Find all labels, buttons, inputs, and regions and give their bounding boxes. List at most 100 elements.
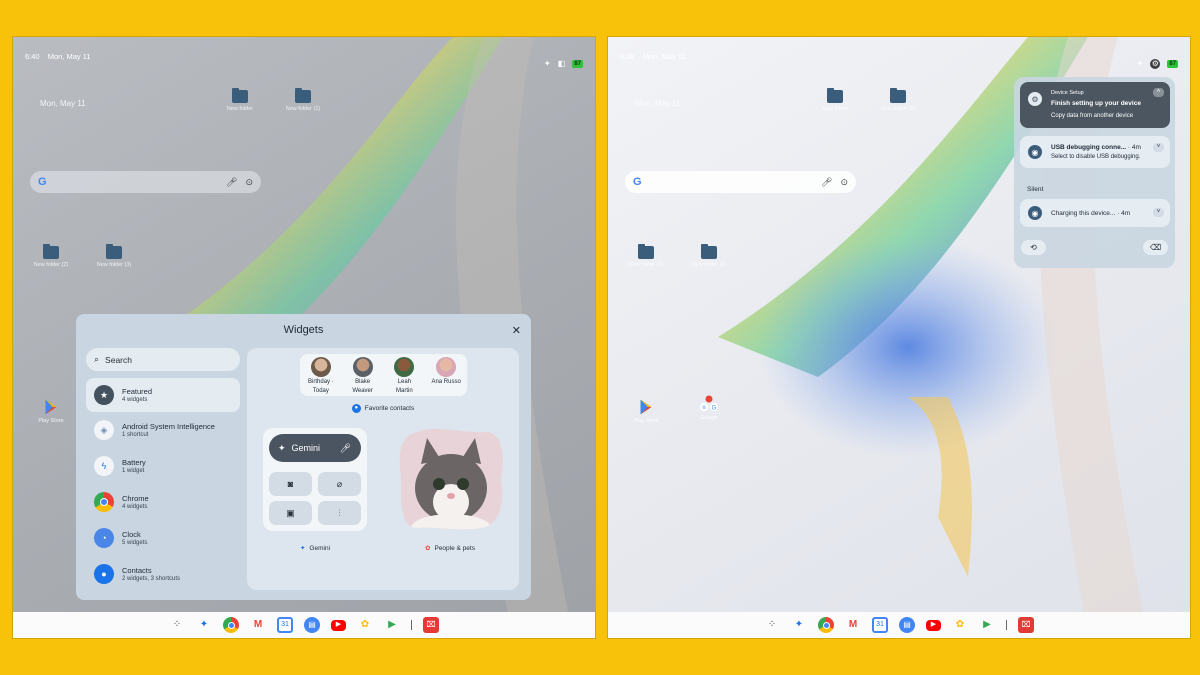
- google-search-bar[interactable]: G 🎤︎ ⊙: [625, 171, 856, 193]
- google-search-bar[interactable]: G 🎤︎ ⊙: [30, 171, 261, 193]
- chrome-icon[interactable]: [818, 617, 834, 633]
- desktop-folder[interactable]: New folder (1): [280, 88, 326, 112]
- play-store-icon[interactable]: ▶: [384, 617, 400, 633]
- widgets-search-input[interactable]: ⌕ Search: [86, 348, 240, 371]
- photos-icon[interactable]: ✿: [952, 617, 968, 633]
- battery-indicator[interactable]: 87: [1167, 59, 1178, 68]
- notification-charging[interactable]: ◉ Charging this device... · 4m ˅: [1020, 199, 1170, 227]
- gemini-prompt-button[interactable]: ✦ Gemini 🎤︎: [269, 434, 361, 462]
- notification-device-setup[interactable]: ⚙ Device Setup Finish setting up your de…: [1020, 82, 1170, 128]
- contact-item[interactable]: Ana Russo: [427, 357, 465, 396]
- svg-text:⌾: ⌾: [702, 406, 706, 412]
- photos-icon: ✿: [425, 545, 431, 552]
- status-bar: 6:38 Mon, May 11 ✦ ⚙ 87: [608, 37, 1190, 75]
- desktop-app-google[interactable]: ⌾ G Google: [690, 395, 728, 421]
- folder-icon: [701, 244, 717, 259]
- lens-icon[interactable]: ⊙: [840, 177, 848, 188]
- image-icon[interactable]: ▣: [269, 501, 312, 525]
- widget-category-clock[interactable]: ◔ Clock 5 widgets: [86, 521, 240, 555]
- widget-category-chrome[interactable]: Chrome 4 widgets: [86, 485, 240, 519]
- desktop-folder[interactable]: New folder (2): [28, 244, 74, 268]
- expand-chevron-icon[interactable]: ˅: [1153, 208, 1164, 217]
- audio-live-icon[interactable]: ⫶: [318, 501, 361, 525]
- gemini-icon[interactable]: ✦: [196, 617, 212, 633]
- widgets-panel: Widgets ✕ ⌕ Search ★ Featured 4 widgets …: [76, 314, 531, 600]
- battery-indicator[interactable]: 87: [572, 59, 583, 68]
- widget-category-featured[interactable]: ★ Featured 4 widgets: [86, 378, 240, 412]
- status-time: 6:40: [25, 52, 40, 61]
- widget-category-asi[interactable]: ◈ Android System Intelligence 1 shortcut: [86, 413, 240, 447]
- play-store-icon[interactable]: ▶: [979, 617, 995, 633]
- gemini-status-icon[interactable]: ✦: [544, 59, 551, 68]
- microphone-icon[interactable]: 🎤︎: [226, 177, 237, 188]
- notification-usb-debugging[interactable]: ◉ USB debugging conne... · 4m Select to …: [1020, 136, 1170, 168]
- files-icon[interactable]: ▤: [304, 617, 320, 633]
- folder-icon: [43, 244, 59, 259]
- folder-icon: [827, 88, 843, 103]
- expand-chevron-icon[interactable]: ˅: [1153, 143, 1164, 152]
- widget-category-contacts[interactable]: ● Contacts 2 widgets, 3 shortcuts: [86, 557, 240, 591]
- collapse-chevron-icon[interactable]: ˄: [1153, 88, 1164, 97]
- youtube-icon[interactable]: ▶: [331, 619, 346, 631]
- settings-status-icon[interactable]: ⚙: [1150, 58, 1161, 69]
- desktop-folder[interactable]: New folder (3): [91, 244, 137, 268]
- desktop-folder[interactable]: New folder (2): [623, 244, 669, 268]
- star-icon: ★: [94, 385, 114, 405]
- widget-category-battery[interactable]: ϟ Battery 1 widget: [86, 449, 240, 483]
- contact-item[interactable]: Birthday · Today: [302, 357, 340, 396]
- chrome-icon[interactable]: [223, 617, 239, 633]
- clear-all-icon: ⌫: [1149, 243, 1162, 252]
- notification-status-icon[interactable]: ◧: [558, 59, 566, 68]
- launcher-icon[interactable]: ⁘: [169, 617, 185, 633]
- calendar-icon[interactable]: 31: [277, 617, 293, 633]
- lens-icon[interactable]: ⊙: [245, 177, 253, 188]
- desktop-folder[interactable]: New folder: [812, 88, 858, 112]
- contact-item[interactable]: Leah Martin: [385, 357, 423, 396]
- status-date: Mon, May 11: [642, 52, 686, 61]
- photos-icon[interactable]: ✿: [357, 617, 373, 633]
- settings-icon: ⚙: [1028, 92, 1042, 106]
- people-pets-widget[interactable]: [397, 428, 505, 532]
- avatar: [352, 357, 373, 377]
- gmail-icon[interactable]: M: [250, 617, 266, 633]
- calendar-icon[interactable]: 31: [872, 617, 888, 633]
- desktop-folder[interactable]: New folder (1): [875, 88, 921, 112]
- notification-history-button[interactable]: ⟲: [1021, 240, 1046, 255]
- folder-icon: [106, 244, 122, 259]
- camera-icon[interactable]: ◙: [269, 472, 312, 496]
- contact-item[interactable]: Blake Weaver: [344, 357, 382, 396]
- microphone-icon[interactable]: 🎤︎: [340, 443, 351, 454]
- microphone-icon[interactable]: 🎤︎: [821, 177, 832, 188]
- media-app-icon[interactable]: ⌧: [1018, 617, 1034, 633]
- clear-all-button[interactable]: ⌫: [1143, 240, 1168, 255]
- contacts-icon: ●: [94, 564, 114, 584]
- favorite-contacts-widget[interactable]: Birthday · Today Blake Weaver Leah Marti…: [300, 354, 467, 396]
- gemini-status-icon[interactable]: ✦: [1137, 59, 1144, 68]
- favorite-contacts-caption: ● Favorite contacts: [247, 404, 519, 413]
- right-screen: 6:38 Mon, May 11 ✦ ⚙ 87 Mon, May 11 New …: [608, 37, 1190, 638]
- status-date: Mon, May 11: [47, 52, 91, 61]
- youtube-icon[interactable]: ▶: [926, 619, 941, 631]
- launcher-icon[interactable]: ⁘: [764, 617, 780, 633]
- gemini-widget[interactable]: ✦ Gemini 🎤︎ ◙ ⌀ ▣ ⫶: [263, 428, 367, 531]
- gmail-icon[interactable]: M: [845, 617, 861, 633]
- gemini-small-icon: ✦: [299, 545, 306, 552]
- attach-icon[interactable]: ⌀: [318, 472, 361, 496]
- google-g-icon: G: [38, 176, 47, 188]
- folder-icon: [232, 88, 248, 103]
- date-widget[interactable]: Mon, May 11: [40, 99, 86, 108]
- close-icon[interactable]: ✕: [512, 324, 521, 337]
- desktop-folder[interactable]: New folder: [217, 88, 263, 112]
- android-system-icon: ◉: [1028, 145, 1042, 159]
- desktop-app-play-store[interactable]: Play Store: [32, 398, 70, 424]
- date-widget[interactable]: Mon, May 11: [635, 99, 681, 108]
- media-app-icon[interactable]: ⌧: [423, 617, 439, 633]
- files-icon[interactable]: ▤: [899, 617, 915, 633]
- desktop-folder[interactable]: New folder (3): [686, 244, 732, 268]
- desktop-app-play-store[interactable]: Play Store: [627, 398, 665, 424]
- gemini-icon[interactable]: ✦: [791, 617, 807, 633]
- silent-section-label: Silent: [1027, 186, 1044, 193]
- gemini-sparkle-icon: ✦: [278, 442, 286, 453]
- widgets-title: Widgets: [283, 324, 324, 336]
- gemini-caption: ✦ Gemini: [299, 545, 331, 552]
